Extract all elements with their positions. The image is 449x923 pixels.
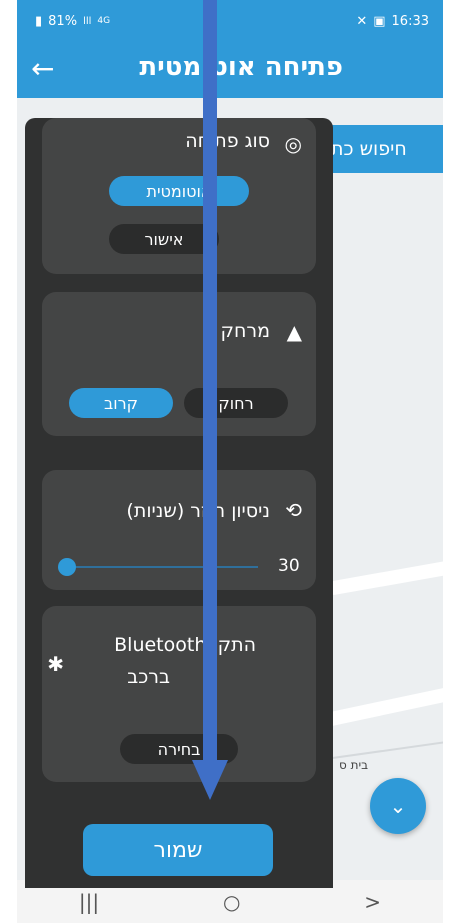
map-place-label: בית ס xyxy=(339,758,369,772)
network-type: 4G xyxy=(97,16,111,26)
fab-button[interactable]: ⌄ xyxy=(370,778,426,834)
bluetooth-title-line2: ברכב xyxy=(127,666,170,688)
home-button[interactable]: ○ xyxy=(223,890,240,914)
settings-panel: ◎ סוג פתיחה אוטומטית אישור ▲ מרחק רחוק ק… xyxy=(25,118,333,888)
select-device-button[interactable]: בחירה xyxy=(120,734,238,764)
distance-card: ▲ מרחק רחוק קרוב xyxy=(42,292,316,436)
arrow-left-icon[interactable]: ← xyxy=(31,54,54,84)
bluetooth-title-line1: התקן Bluetooth xyxy=(114,634,256,656)
battery-icon: ▮ xyxy=(35,13,43,29)
option-near[interactable]: קרוב xyxy=(69,388,173,418)
chevron-down-icon: ⌄ xyxy=(389,794,407,818)
option-far[interactable]: רחוק xyxy=(184,388,288,418)
bluetooth-icon: ✱ xyxy=(47,652,64,676)
tools-icon: ✕ xyxy=(356,13,368,29)
recent-apps-button[interactable]: ||| xyxy=(79,890,99,914)
history-icon: ⟲ xyxy=(285,498,302,522)
battery-level: 81% xyxy=(48,13,78,29)
retry-slider-track[interactable] xyxy=(68,566,258,568)
bluetooth-card: ✱ התקן Bluetooth ברכב בחירה xyxy=(42,606,316,782)
option-automatic[interactable]: אוטומטית xyxy=(109,176,249,206)
gallery-icon: ▣ xyxy=(373,13,386,29)
search-input[interactable]: חיפוש כת xyxy=(331,125,443,173)
page-title: פתיחה אוטומטית xyxy=(139,52,343,82)
distance-title: מרחק xyxy=(220,320,270,342)
map-road xyxy=(317,681,443,729)
navigation-arrow-icon: ▲ xyxy=(286,320,302,344)
clock: 16:33 xyxy=(391,13,429,29)
open-type-card: ◎ סוג פתיחה אוטומטית אישור xyxy=(42,118,316,274)
option-approval[interactable]: אישור xyxy=(109,224,219,254)
back-button[interactable]: > xyxy=(364,890,381,914)
open-type-title: סוג פתיחה xyxy=(185,130,270,152)
status-bar: ▮ 81% lll 4G ✕ ▣ 16:33 xyxy=(17,0,443,42)
status-left: ▮ 81% lll 4G xyxy=(35,14,110,29)
app-bar: ← פתיחה אוטומטית xyxy=(17,42,443,98)
retry-card: ⟲ ניסיון חוזר (שניות) 30 xyxy=(42,470,316,590)
retry-slider-handle[interactable] xyxy=(58,558,76,576)
signal-icon: lll xyxy=(83,15,92,27)
open-type-icon: ◎ xyxy=(284,132,302,156)
map-road xyxy=(326,554,443,596)
save-button[interactable]: שמור xyxy=(83,824,273,876)
retry-title: ניסיון חוזר (שניות) xyxy=(126,500,270,522)
status-right: ✕ ▣ 16:33 xyxy=(356,14,429,29)
retry-value: 30 xyxy=(278,556,300,576)
